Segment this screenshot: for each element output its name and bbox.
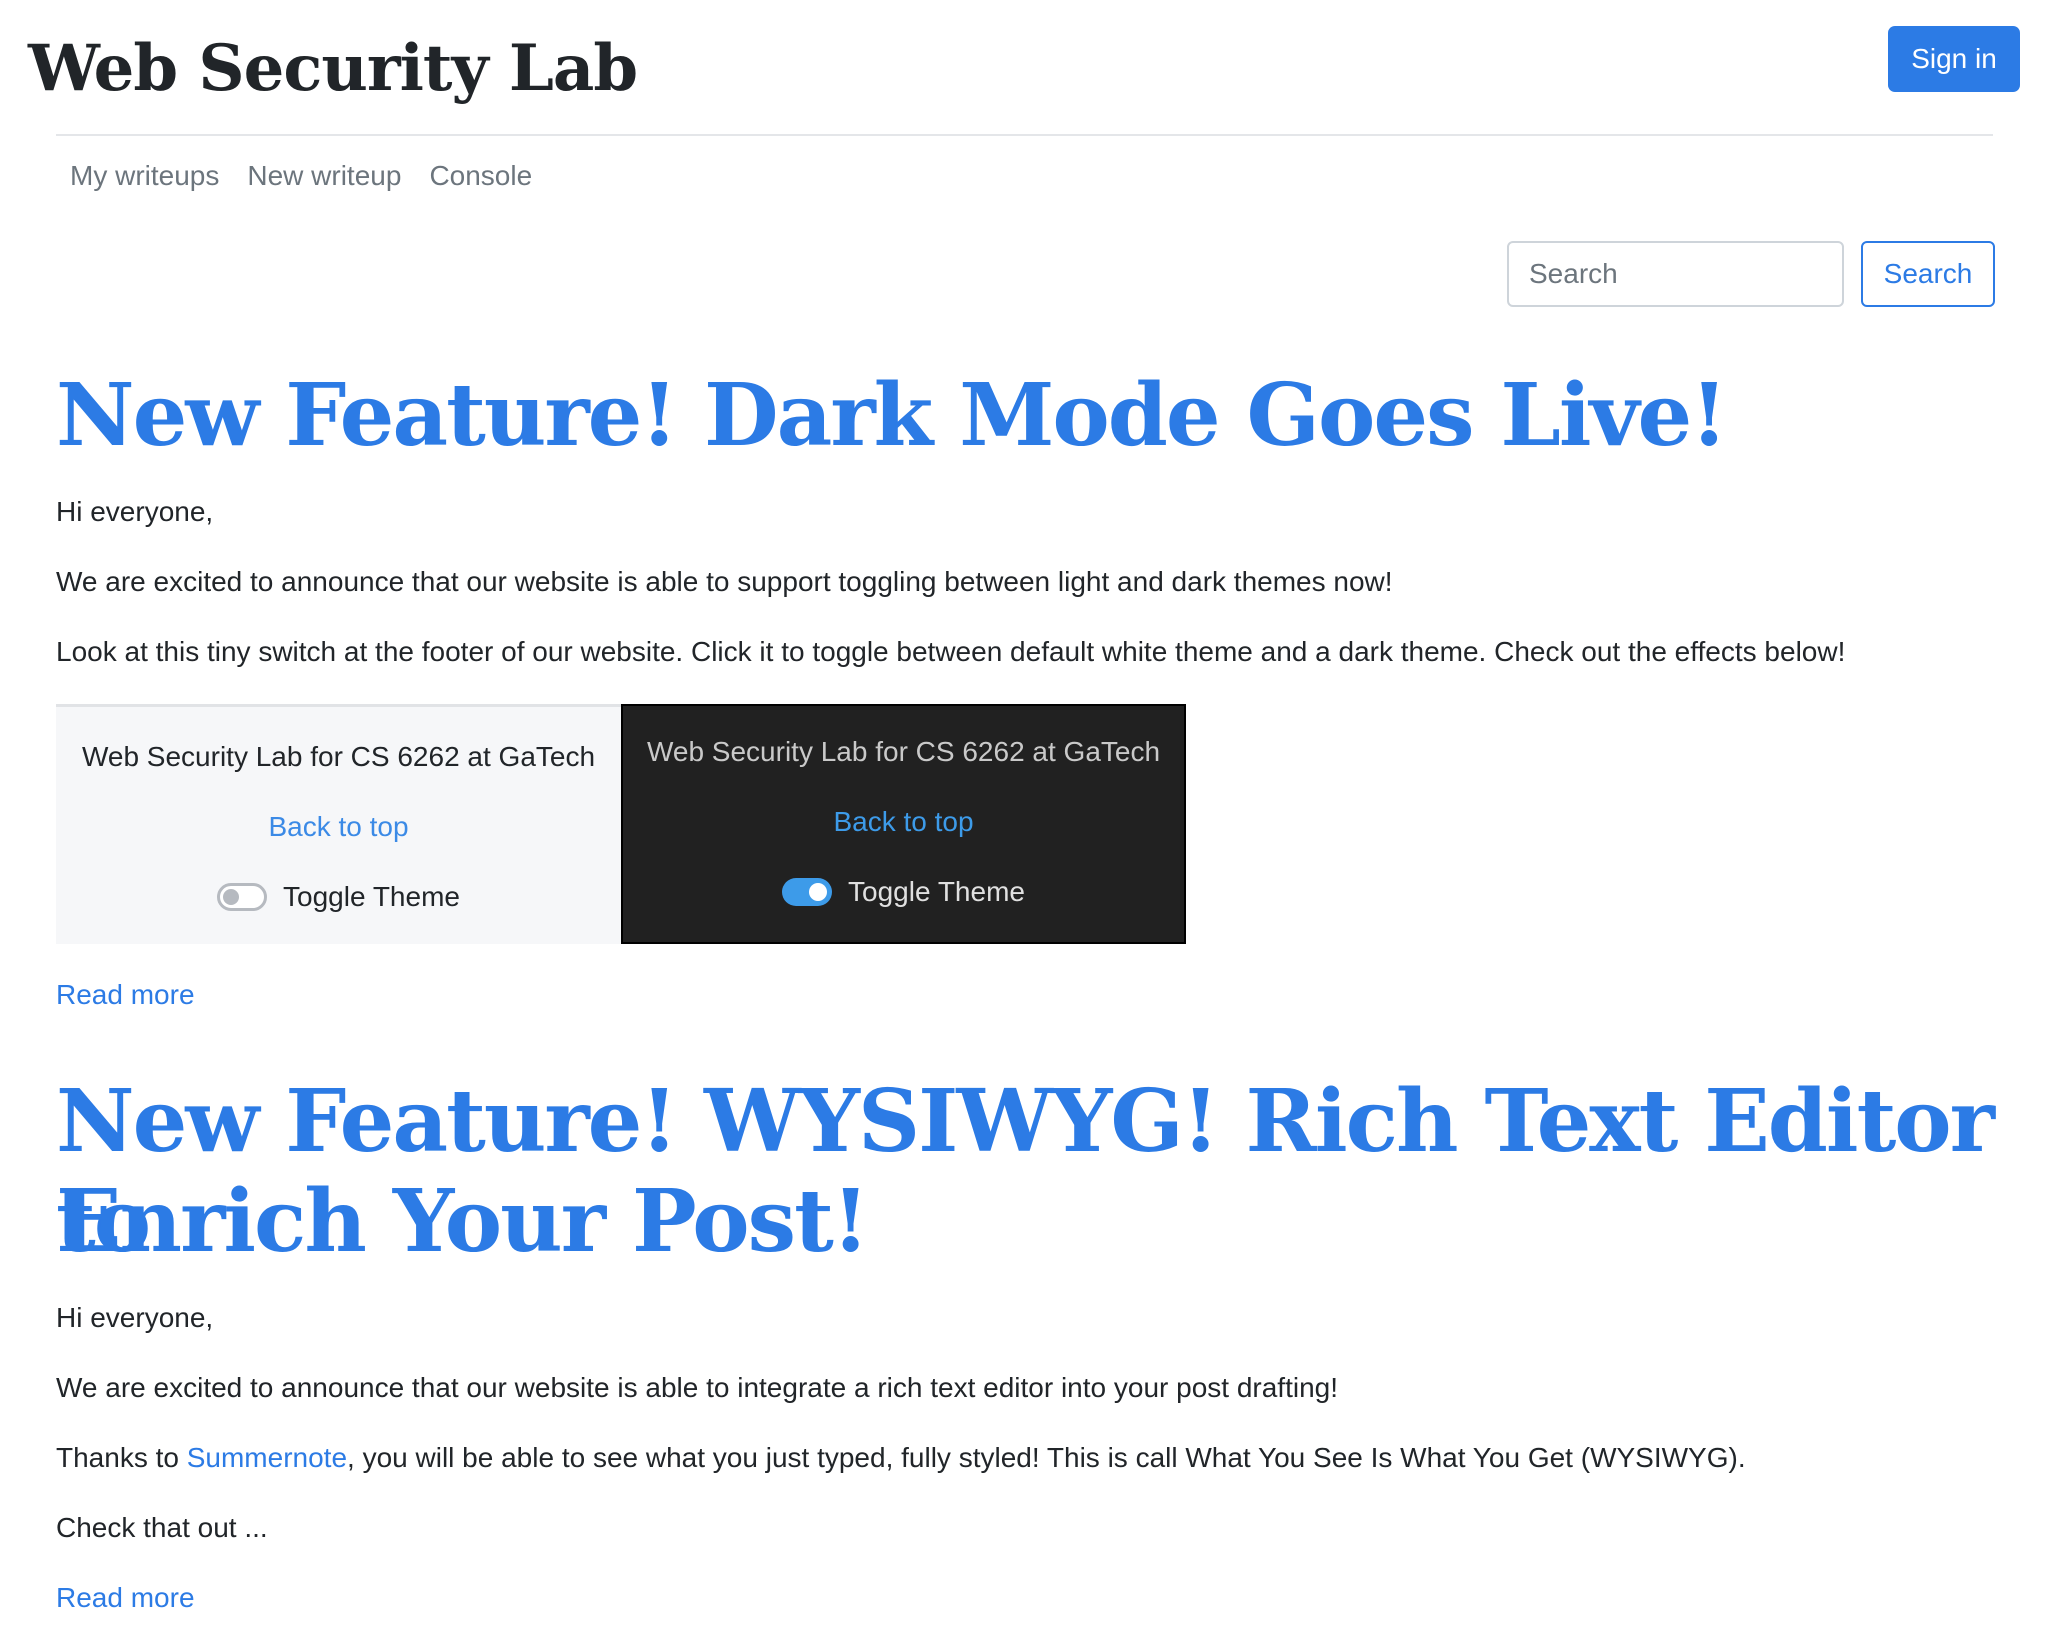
post-greeting: Hi everyone, — [56, 1302, 214, 1333]
switch-knob — [223, 889, 240, 905]
read-more-link[interactable]: Read more — [56, 1578, 195, 1618]
switch-knob — [809, 883, 828, 901]
post-paragraph: Check that out ... — [56, 1512, 268, 1543]
main-nav: My writeups New writeup Console — [56, 154, 546, 198]
read-more-link[interactable]: Read more — [56, 975, 195, 1015]
toggle-theme-label: Toggle Theme — [283, 881, 460, 912]
site-title[interactable]: Web Security Lab — [28, 26, 638, 112]
theme-preview-image: Web Security Lab for CS 6262 at GaTech B… — [56, 704, 1186, 944]
nav-new-writeup[interactable]: New writeup — [233, 154, 415, 198]
light-theme-preview: Web Security Lab for CS 6262 at GaTech B… — [56, 704, 621, 944]
footer-text: Web Security Lab for CS 6262 at GaTech — [81, 741, 596, 772]
site-header: Web Security Lab Sign in — [0, 0, 2048, 134]
summernote-link[interactable]: Summernote — [187, 1442, 347, 1473]
toggle-switch-off — [217, 883, 268, 911]
nav-console[interactable]: Console — [415, 154, 546, 198]
toggle-switch-on — [782, 878, 833, 906]
footer-text: Web Security Lab for CS 6262 at GaTech — [646, 736, 1161, 767]
post-title-line-2[interactable]: Enrich Your Post! — [56, 1172, 870, 1272]
post-paragraph: Look at this tiny switch at the footer o… — [56, 636, 1846, 667]
post-paragraph: We are excited to announce that our webs… — [56, 566, 1393, 597]
post-paragraph: We are excited to announce that our webs… — [56, 1372, 1338, 1403]
back-to-top-link: Back to top — [833, 806, 974, 837]
header-divider — [56, 134, 1993, 136]
search-button[interactable]: Search — [1861, 241, 1995, 307]
toggle-theme-label: Toggle Theme — [848, 876, 1025, 907]
post-greeting: Hi everyone, — [56, 496, 214, 527]
nav-my-writeups[interactable]: My writeups — [56, 154, 233, 198]
post-title[interactable]: New Feature! Dark Mode Goes Live! — [56, 366, 1728, 466]
text: , you will be able to see what you just … — [347, 1442, 1746, 1473]
toggle-theme-row: Toggle Theme — [217, 877, 460, 917]
post-paragraph: Thanks to Summernote, you will be able t… — [56, 1438, 1746, 1478]
sign-in-button[interactable]: Sign in — [1888, 26, 2020, 92]
search-input[interactable] — [1507, 241, 1844, 307]
dark-theme-preview: Web Security Lab for CS 6262 at GaTech B… — [621, 704, 1186, 944]
back-to-top-link: Back to top — [268, 811, 409, 842]
toggle-theme-row: Toggle Theme — [782, 872, 1025, 912]
text: Thanks to — [56, 1442, 187, 1473]
